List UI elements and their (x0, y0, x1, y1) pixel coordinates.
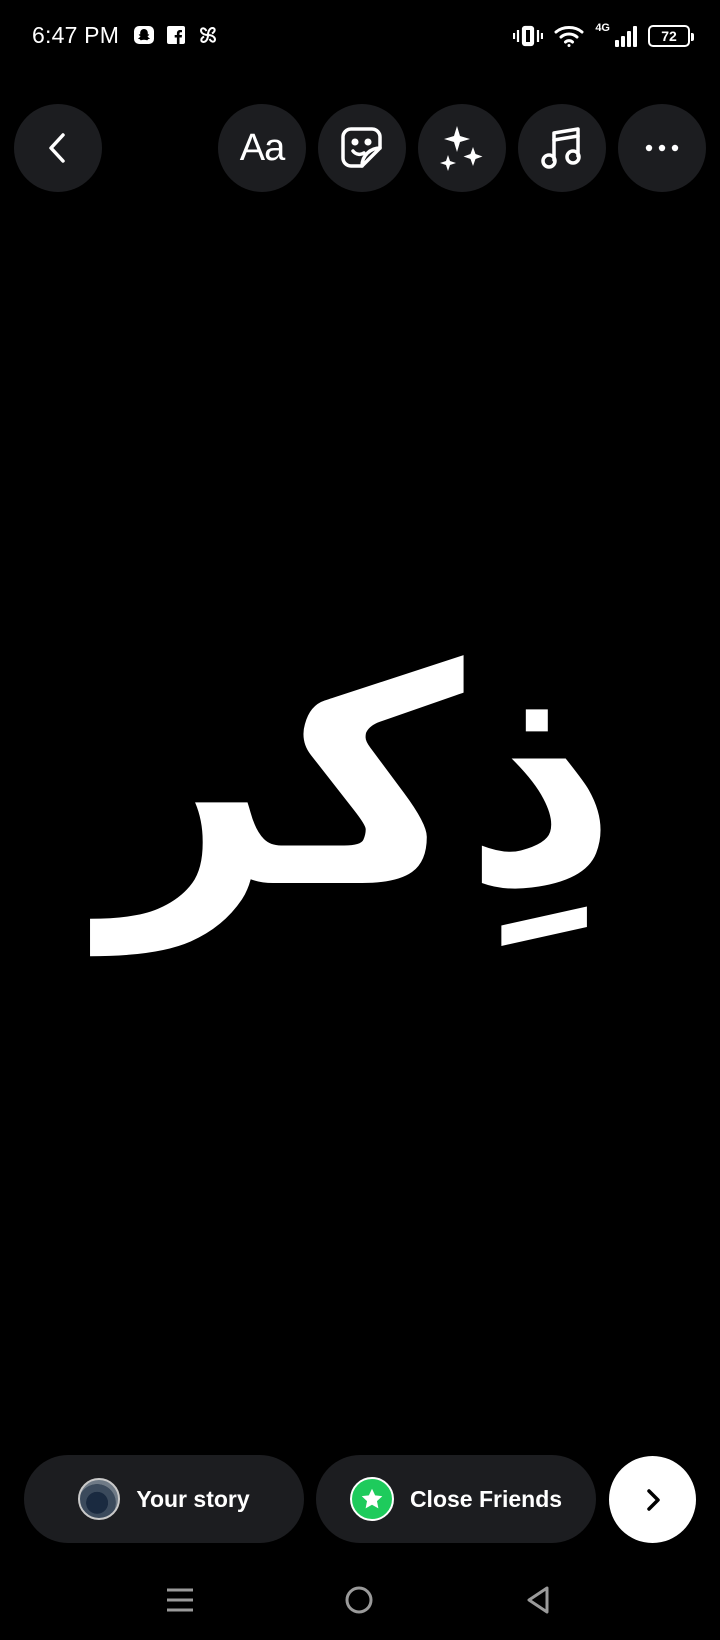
chevron-right-icon (646, 1488, 660, 1511)
nav-home-button[interactable] (337, 1578, 381, 1622)
story-text-overlay[interactable]: ذِكر (0, 560, 720, 1000)
text-tool-button[interactable]: Aa (218, 104, 306, 192)
system-nav-bar (0, 1562, 720, 1640)
more-horizontal-icon (645, 144, 679, 152)
sparkles-icon (440, 126, 483, 171)
signal-icon (615, 26, 637, 47)
close-friends-button[interactable]: Close Friends (316, 1455, 596, 1543)
status-time: 6:47 PM (32, 22, 120, 48)
chevron-left-icon (49, 133, 65, 163)
nav-recents-button[interactable] (158, 1578, 202, 1622)
effects-button[interactable] (418, 104, 506, 192)
home-circle-icon (345, 1586, 373, 1614)
your-story-button[interactable]: Your story (24, 1455, 304, 1543)
music-button[interactable] (518, 104, 606, 192)
battery-icon: 72 (648, 25, 694, 47)
status-bar: 6:47 PM 4G 72 (0, 0, 720, 72)
close-friends-star-icon (349, 1477, 394, 1521)
close-friends-label: Close Friends (409, 1485, 563, 1512)
nav-back-button[interactable] (516, 1578, 560, 1622)
status-indicators: 4G 72 (513, 22, 694, 50)
vibrate-icon (513, 25, 544, 47)
sticker-button[interactable] (318, 104, 406, 192)
more-options-button[interactable] (618, 104, 706, 192)
wifi-icon (554, 26, 584, 47)
network-type: 4G (595, 22, 610, 34)
sticker-icon (341, 127, 382, 168)
snapchat-icon (133, 24, 155, 46)
your-story-label: Your story (136, 1485, 250, 1512)
pinwheel-icon (197, 24, 219, 46)
avatar (78, 1478, 121, 1520)
text-tool-label: Aa (239, 126, 285, 169)
menu-lines-icon (167, 1588, 193, 1612)
back-triangle-icon (527, 1586, 549, 1614)
battery-level: 72 (661, 28, 677, 44)
back-button[interactable] (14, 104, 102, 192)
facebook-icon (165, 24, 187, 46)
music-note-icon (541, 127, 581, 169)
next-button[interactable] (609, 1456, 696, 1543)
